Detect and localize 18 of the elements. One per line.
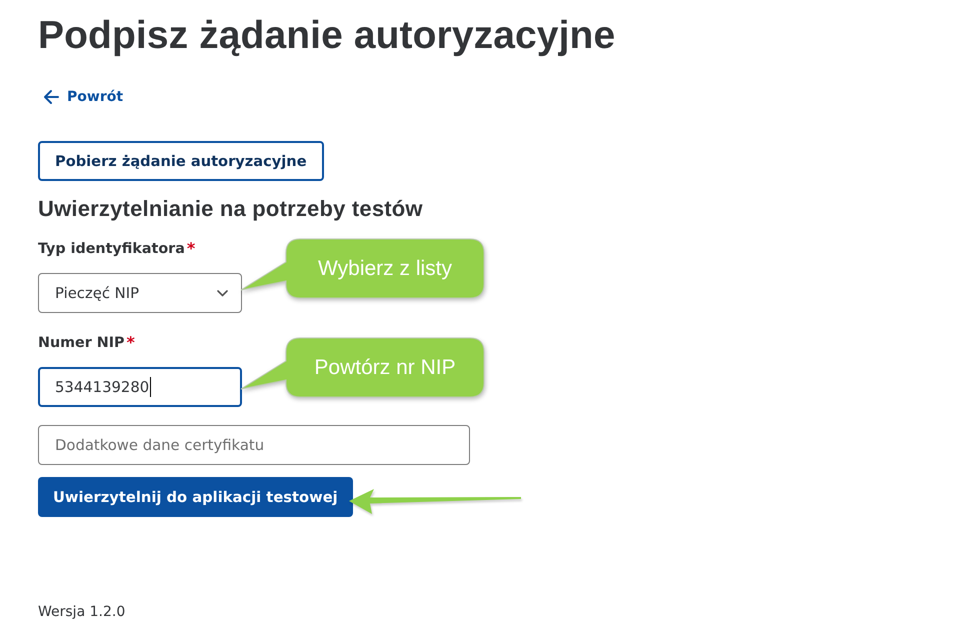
callout-text: Powtórz nr NIP bbox=[314, 356, 456, 380]
page-title: Podpisz żądanie autoryzacyjne bbox=[38, 13, 616, 59]
required-asterisk: * bbox=[186, 239, 196, 259]
chevron-down-icon bbox=[217, 290, 228, 296]
section-heading: Uwierzytelnianie na potrzeby testów bbox=[38, 196, 423, 222]
back-link[interactable]: Powrót bbox=[38, 87, 124, 107]
text-field[interactable]: 5344139280 bbox=[38, 367, 242, 407]
required-asterisk: * bbox=[126, 333, 135, 353]
callout-text: Wybierz z listy bbox=[318, 256, 452, 280]
arrow-left-icon bbox=[43, 89, 59, 105]
field-label: Numer NIP bbox=[38, 334, 125, 353]
submit-button[interactable]: Uwierzytelnij do aplikacji testowej bbox=[38, 477, 353, 517]
text-field[interactable]: Dodatkowe dane certyfikatu bbox=[38, 425, 470, 465]
text-cursor-icon bbox=[150, 377, 152, 397]
dropdown-select[interactable]: Pieczęć NIP bbox=[38, 273, 242, 313]
version-text: Wersja 1.2.0 bbox=[38, 603, 126, 622]
download-button[interactable]: Pobierz żądanie autoryzacyjne bbox=[38, 141, 324, 181]
field-label: Typ identyfikatora bbox=[38, 240, 185, 259]
